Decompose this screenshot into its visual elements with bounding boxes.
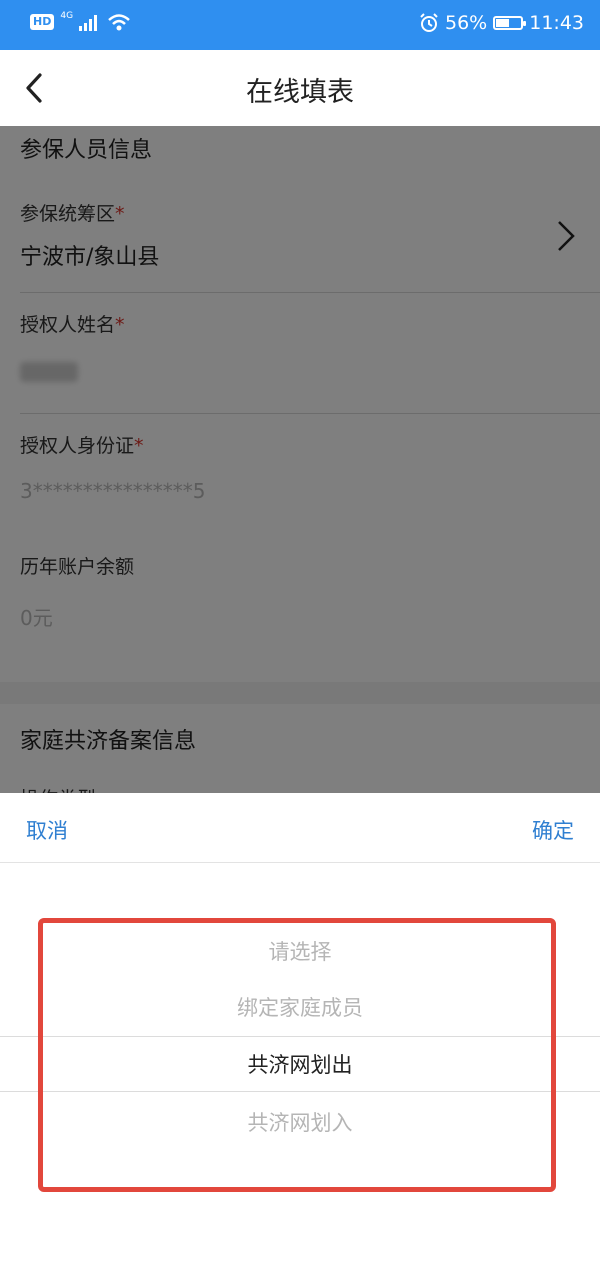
picker-toolbar: 取消 确定 (0, 793, 600, 863)
cancel-button[interactable]: 取消 (26, 815, 68, 845)
modal-overlay[interactable] (0, 126, 600, 793)
confirm-button[interactable]: 确定 (532, 815, 574, 845)
status-right: 56% 11:43 (419, 12, 584, 34)
wifi-icon (108, 14, 130, 31)
alarm-icon (420, 13, 438, 32)
picker-sheet: 取消 确定 请选择 绑定家庭成员 共济网划出 共济网划入 (0, 793, 600, 1267)
clock: 11:43 (529, 12, 584, 34)
signal-icon (79, 15, 98, 31)
page-title: 在线填表 (246, 77, 354, 108)
status-left: HD 4G (30, 11, 131, 32)
battery-percent: 56% (445, 12, 488, 34)
nav-bar: 在线填表 (0, 50, 600, 127)
status-bar: HD 4G 56% 11:43 (0, 0, 600, 50)
network-type-label: 4G (60, 11, 74, 21)
hd-icon: HD (30, 14, 55, 30)
battery-icon (493, 16, 527, 30)
highlight-annotation-box (38, 918, 556, 1192)
